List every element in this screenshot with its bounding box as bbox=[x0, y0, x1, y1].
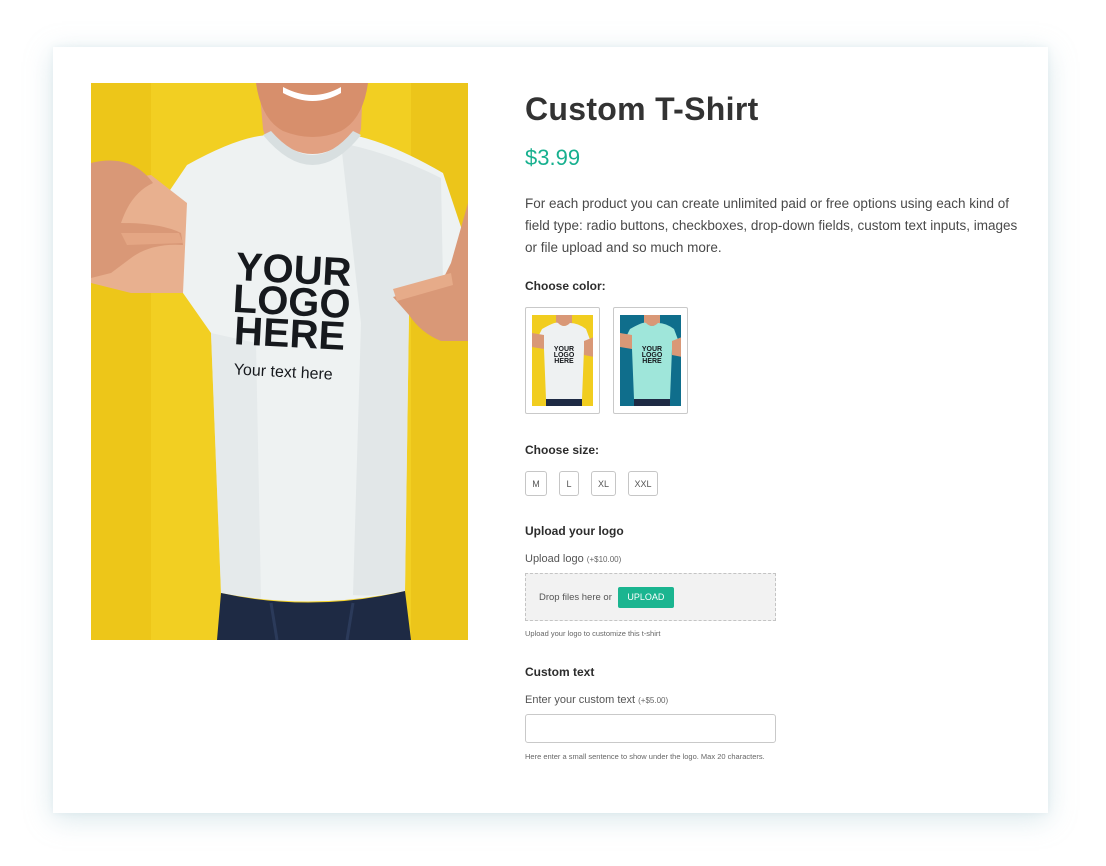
swatch-white-print-line3: HERE bbox=[554, 358, 574, 365]
size-button-group: M L XL XXL bbox=[525, 471, 658, 496]
logo-upload-label-text: Upload logo bbox=[525, 553, 584, 565]
custom-text-label: Enter your custom text (+$5.00) bbox=[525, 694, 668, 706]
color-swatch-white[interactable]: YOUR LOGO HERE bbox=[525, 307, 600, 414]
custom-text-label-text: Enter your custom text bbox=[525, 694, 636, 706]
color-swatch-group: YOUR LOGO HERE YOUR LOGO HERE bbox=[525, 307, 688, 414]
logo-upload-title: Upload your logo bbox=[525, 524, 624, 538]
size-button-xl[interactable]: XL bbox=[591, 471, 616, 496]
logo-upload-price: (+$10.00) bbox=[586, 555, 622, 564]
product-card: YOUR LOGO HERE Your text here Custom T-S… bbox=[53, 47, 1048, 813]
swatch-mint-print-line3: HERE bbox=[642, 358, 662, 365]
color-swatch-white-thumb: YOUR LOGO HERE bbox=[532, 315, 593, 406]
logo-dropzone[interactable]: Drop files here or UPLOAD bbox=[525, 573, 776, 621]
product-price: $3.99 bbox=[525, 145, 581, 170]
product-image: YOUR LOGO HERE Your text here bbox=[91, 83, 468, 640]
color-swatch-mint[interactable]: YOUR LOGO HERE bbox=[613, 307, 688, 414]
custom-text-input[interactable] bbox=[525, 714, 776, 743]
color-swatch-mint-thumb: YOUR LOGO HERE bbox=[620, 315, 681, 406]
shirt-print-line3: HERE bbox=[233, 309, 346, 359]
product-description: For each product you can create unlimite… bbox=[525, 196, 1018, 255]
custom-text-price: (+$5.00) bbox=[638, 696, 669, 705]
size-button-xxl[interactable]: XXL bbox=[628, 471, 658, 496]
dropzone-text: Drop files here or bbox=[539, 591, 612, 603]
logo-upload-hint: Upload your logo to customize this t-shi… bbox=[525, 629, 661, 638]
custom-text-hint: Here enter a small sentence to show unde… bbox=[525, 752, 765, 761]
logo-upload-label: Upload logo (+$10.00) bbox=[525, 553, 621, 565]
color-option-label: Choose color: bbox=[525, 279, 606, 293]
upload-button[interactable]: UPLOAD bbox=[617, 586, 674, 608]
product-title: Custom T-Shirt bbox=[525, 91, 759, 127]
size-button-m[interactable]: M bbox=[525, 471, 547, 496]
tshirt-model-illustration: YOUR LOGO HERE Your text here bbox=[91, 83, 468, 640]
size-button-l[interactable]: L bbox=[559, 471, 579, 496]
custom-text-title: Custom text bbox=[525, 665, 595, 679]
size-option-label: Choose size: bbox=[525, 443, 600, 457]
